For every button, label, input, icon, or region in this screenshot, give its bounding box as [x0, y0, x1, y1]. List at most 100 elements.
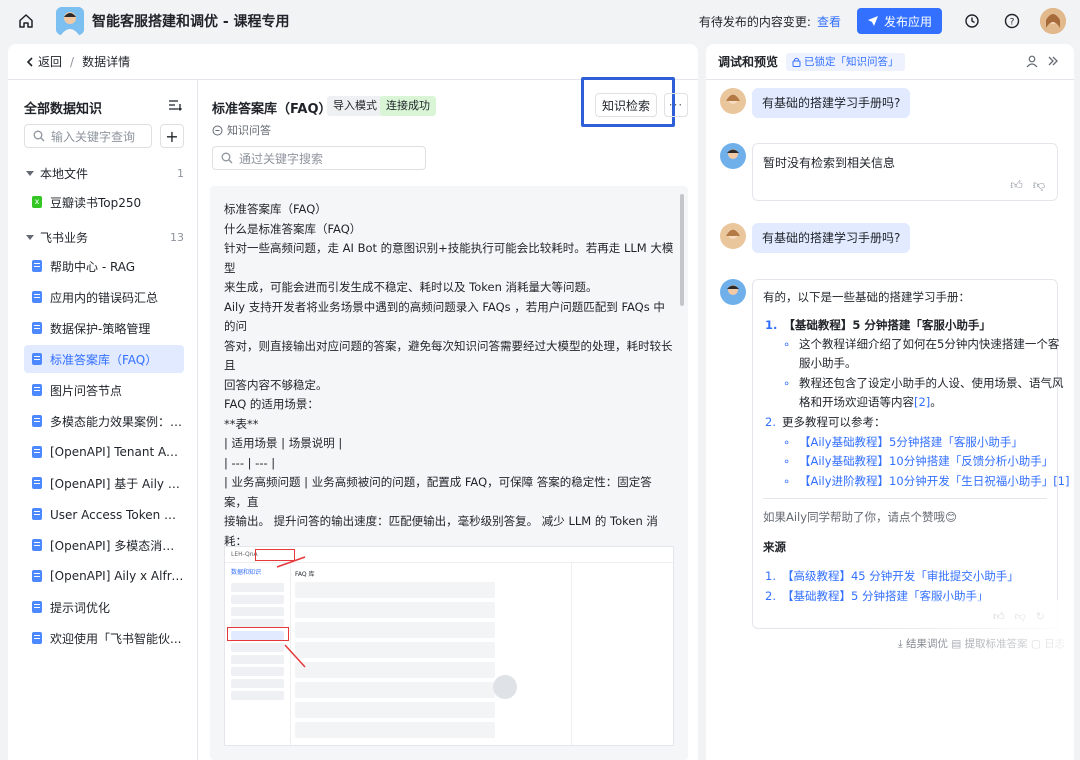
caret-down-icon	[26, 170, 34, 176]
answer-item-2-title: 更多教程可以参考：	[781, 415, 886, 429]
tutorial-link[interactable]: 【Aily基础教程】10分钟搭建「反馈分析小助手」	[799, 452, 1053, 472]
sidebar-item[interactable]: 帮助中心 - RAG	[24, 252, 184, 280]
sidebar-item-label: [OpenAPI] 多模态消息 ...	[50, 538, 184, 553]
sort-icon[interactable]	[168, 98, 184, 114]
bot-message-card: 暂时没有检索到相关信息 👍︎ 👎︎	[752, 143, 1058, 201]
screenshot-faq-row	[295, 582, 495, 598]
sidebar-item-label: 多模态能力效果案例：O...	[50, 414, 184, 429]
screenshot-faq-row	[295, 602, 495, 618]
group-local-files[interactable]: 本地文件 1	[8, 160, 198, 186]
user-avatar[interactable]	[1040, 8, 1066, 34]
chat-message-user: 有基础的搭建学习手册吗?	[720, 223, 911, 253]
sidebar-item[interactable]: [OpenAPI] 多模态消息 ...	[24, 531, 184, 559]
breadcrumb-separator: /	[70, 54, 75, 69]
screenshot-app-name: LEH-QnA	[231, 551, 258, 558]
doc-icon	[32, 353, 42, 365]
sidebar-item[interactable]: [OpenAPI] 基于 Aily 对...	[24, 469, 184, 497]
thumbs-up-icon[interactable]: 👍︎	[1010, 178, 1023, 193]
back-button[interactable]: 返回	[24, 53, 62, 70]
screenshot-chat-avatar	[493, 675, 517, 699]
screenshot-faq-row	[295, 622, 495, 638]
add-knowledge-button[interactable]: +	[160, 124, 184, 148]
group-count: 13	[170, 230, 184, 244]
screenshot-row	[231, 679, 284, 688]
answer-bullet-text: 服小助手。	[799, 356, 857, 370]
answer-item-1: 1. 【基础教程】5 分钟搭建「客服小助手」	[765, 316, 991, 336]
message-actions: 👍︎ 👎︎ ↻	[993, 610, 1045, 623]
source-link[interactable]: 【高级教程】45 分钟开发「审批提交小助手」	[782, 569, 1019, 583]
tutorial-link[interactable]: 【Aily进阶教程】10分钟开发「生日祝福小助手」[1]	[799, 472, 1069, 492]
group-count: 1	[177, 166, 184, 180]
sidebar-item[interactable]: 图片问答节点	[24, 376, 184, 404]
sidebar-item[interactable]: 多模态能力效果案例：O...	[24, 407, 184, 435]
more-options-button[interactable]: ···	[664, 93, 688, 117]
sidebar-item-douban[interactable]: x 豆瓣读书Top250	[24, 188, 184, 216]
chat-message-user: 有基础的搭建学习手册吗?	[720, 88, 911, 118]
view-changes-link[interactable]: 查看	[817, 13, 841, 30]
locked-skill-tag[interactable]: 已锁定「知识问答」	[786, 52, 905, 71]
list-number: 2.	[765, 415, 776, 429]
thumbs-down-icon[interactable]: 👎︎	[1033, 178, 1045, 193]
source-item-1: 1. 【高级教程】45 分钟开发「审批提交小助手」	[765, 567, 1019, 587]
sidebar-title: 全部数据知识	[24, 102, 103, 117]
bullet-icon: ∘	[783, 337, 791, 351]
sidebar-item-label: 数据保护-策略管理	[50, 321, 151, 336]
lock-icon	[792, 57, 801, 67]
answer-item-1-title: 【基础教程】5 分钟搭建「客服小助手」	[783, 318, 991, 332]
sidebar-item-label: 提示词优化	[50, 600, 111, 615]
locked-skill-label: 已锁定「知识问答」	[804, 56, 899, 68]
sidebar-item[interactable]: 欢迎使用「飞书智能伙...	[24, 624, 184, 652]
collapse-panel-icon[interactable]	[1046, 54, 1062, 70]
user-message-bubble: 有基础的搭建学习手册吗?	[752, 88, 911, 118]
sidebar-item[interactable]: [OpenAPI] Tenant Acce...	[24, 438, 184, 466]
sidebar-item[interactable]: 数据保护-策略管理	[24, 314, 184, 342]
knowledge-retrieval-button[interactable]: 知识检索	[595, 93, 657, 117]
document-subtitle: 知识问答	[212, 122, 271, 138]
answer-footer-actions[interactable]: ⤓ 结果调优 ▤ 提取标准答案 ▢ 日志	[898, 636, 1065, 651]
thumbs-up-icon[interactable]: 👍︎	[993, 610, 1005, 623]
bullet-icon: ∘	[783, 474, 791, 488]
publish-app-button[interactable]: 发布应用	[856, 8, 942, 34]
doc-icon	[32, 477, 42, 489]
user-settings-icon[interactable]	[1026, 54, 1042, 70]
bullet-icon: ∘	[783, 454, 791, 468]
thumbs-down-icon[interactable]: 👎︎	[1015, 610, 1026, 623]
sidebar-item[interactable]: 提示词优化	[24, 593, 184, 621]
sidebar-search-placeholder: 输入关键字查询	[51, 129, 136, 144]
user-avatar	[720, 223, 746, 249]
answer-bullet-text-part: 格和开场欢迎语等内容	[799, 395, 914, 409]
connection-status-tag: 连接成功	[380, 96, 436, 116]
tutorial-link[interactable]: 【Aily基础教程】5分钟搭建「客服小助手」	[799, 433, 1023, 453]
refresh-icon[interactable]: ↻	[1036, 610, 1045, 623]
sidebar-item[interactable]: 应用内的错误码汇总	[24, 283, 184, 311]
rocket-icon	[867, 16, 878, 26]
search-icon	[33, 130, 45, 142]
content-search-placeholder: 通过关键字搜索	[239, 151, 324, 166]
answer-item-2: 2. 更多教程可以参考：	[765, 413, 885, 433]
scrollbar[interactable]	[680, 194, 684, 306]
preview-title: 调试和预览	[718, 55, 779, 69]
message-actions: 👍︎ 👎︎	[1010, 178, 1045, 193]
screenshot-faq-row	[295, 702, 495, 718]
history-icon[interactable]	[962, 11, 982, 31]
doc-icon	[32, 539, 42, 551]
bot-avatar	[720, 143, 746, 169]
sidebar-item[interactable]: User Access Token 简...	[24, 500, 184, 528]
sidebar-item[interactable]: [OpenAPI] Aily x Alfred ...	[24, 562, 184, 590]
group-feishu[interactable]: 飞书业务 13	[8, 224, 198, 250]
sidebar-item-faq-selected[interactable]: 标准答案库（FAQ）	[24, 345, 184, 373]
sidebar-search-input[interactable]: 输入关键字查询	[24, 124, 152, 148]
qa-icon	[212, 125, 223, 135]
sidebar-item-label: 标准答案库（FAQ）	[50, 352, 158, 367]
screenshot-faq-row	[295, 722, 495, 738]
user-message-bubble: 有基础的搭建学习手册吗?	[752, 223, 911, 253]
breadcrumb-current: 数据详情	[82, 55, 131, 69]
help-icon[interactable]: ?	[1002, 11, 1022, 31]
source-link[interactable]: 【基础教程】5 分钟搭建「客服小助手」	[782, 589, 988, 603]
doc-icon	[32, 322, 42, 334]
screenshot-faq-title: FAQ 库	[295, 571, 315, 578]
bot-avatar	[720, 279, 746, 305]
content-search-input[interactable]: 通过关键字搜索	[212, 146, 426, 170]
home-icon[interactable]	[14, 9, 38, 33]
citation-link[interactable]: [2]	[914, 395, 930, 409]
